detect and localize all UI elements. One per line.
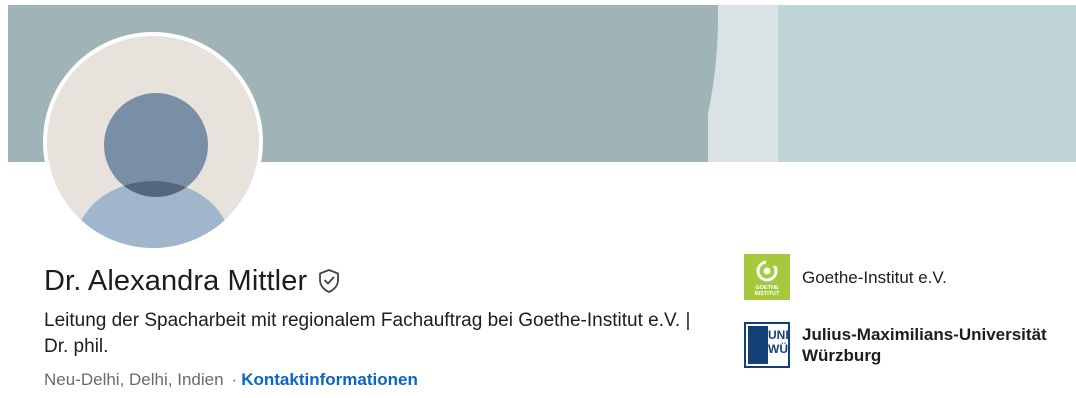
org-goethe-institut[interactable]: GOETHE INSTITUT Goethe-Institut e.V. bbox=[744, 254, 947, 300]
org-name-jmu: Julius-Maximilians-Universität Würzburg bbox=[802, 325, 1047, 365]
profile-name: Dr. Alexandra Mittler bbox=[44, 264, 308, 297]
goethe-logo-text: GOETHE INSTITUT bbox=[754, 285, 780, 297]
banner-light-band bbox=[708, 5, 778, 162]
org-jmu-wuerzburg[interactable]: UNI WÜ Julius-Maximilians-Universität Wü… bbox=[744, 320, 1062, 370]
banner-right-band bbox=[778, 5, 1076, 162]
separator-dot: · bbox=[231, 370, 238, 389]
profile-location: Neu-Delhi, Delhi, Indien bbox=[44, 370, 224, 389]
avatar-placeholder bbox=[47, 36, 259, 248]
org-name-goethe: Goethe-Institut e.V. bbox=[802, 267, 947, 287]
profile-card: Dr. Alexandra Mittler Leitung der Spacha… bbox=[8, 5, 1076, 398]
profile-avatar[interactable] bbox=[43, 32, 263, 252]
goethe-institut-logo-icon: GOETHE INSTITUT bbox=[744, 254, 790, 300]
avatar-overlap-shape bbox=[104, 93, 208, 197]
verified-shield-icon[interactable] bbox=[317, 268, 341, 294]
profile-headline: Leitung der Spacharbeit mit regionalem F… bbox=[44, 310, 691, 357]
contact-info-link[interactable]: Kontaktinformationen bbox=[241, 370, 418, 389]
jmu-logo-block bbox=[748, 326, 768, 364]
location-row: Neu-Delhi, Delhi, Indien · Kontaktinformat… bbox=[44, 369, 418, 391]
name-row: Dr. Alexandra Mittler bbox=[44, 259, 341, 303]
jmu-wuerzburg-logo-icon: UNI WÜ bbox=[744, 322, 790, 368]
banner-arc bbox=[528, 5, 718, 162]
jmu-logo-text-top: UNI bbox=[768, 328, 789, 342]
jmu-logo-text-bottom: WÜ bbox=[768, 342, 788, 356]
